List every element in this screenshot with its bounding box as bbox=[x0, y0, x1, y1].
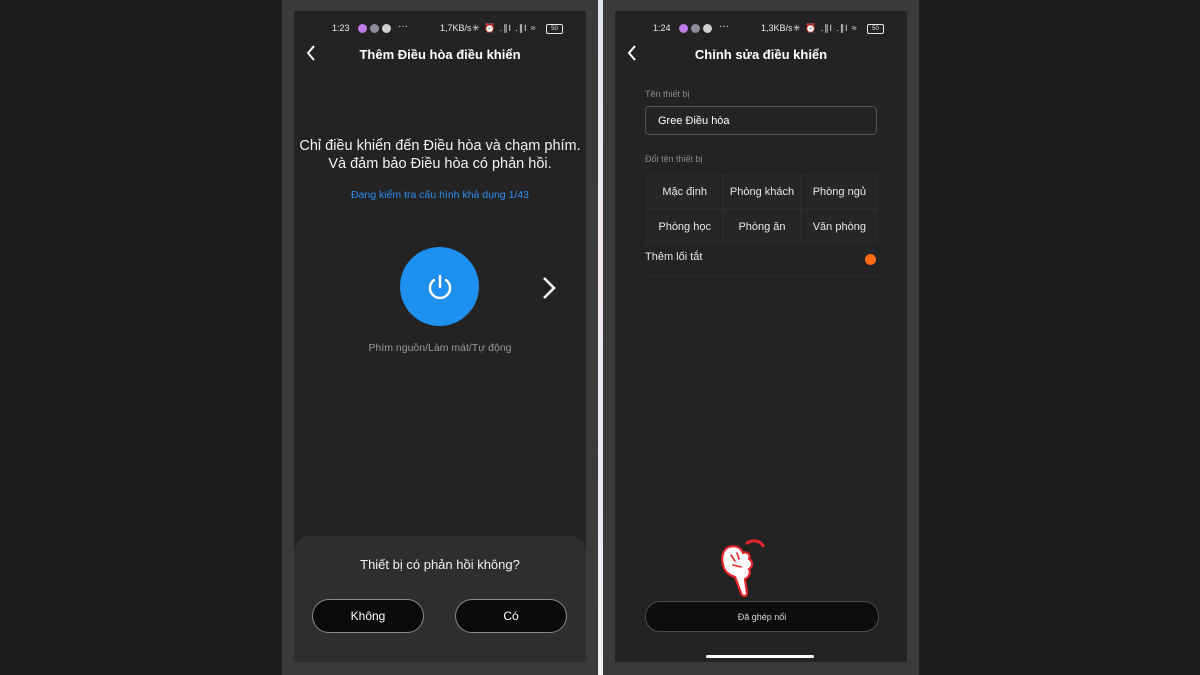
device-name-input[interactable]: Gree Điều hòa bbox=[645, 106, 877, 135]
add-shortcut-label: Thêm lối tắt bbox=[645, 251, 703, 263]
response-question: Thiết bị có phản hồi không? bbox=[360, 557, 520, 572]
power-button[interactable] bbox=[400, 247, 479, 326]
status-time: 1:24 bbox=[653, 23, 671, 33]
add-shortcut-toggle[interactable] bbox=[865, 254, 876, 265]
battery-icon: 50 bbox=[546, 24, 563, 34]
signal-icons: ✳ ⏰ .∥l .∥l ≈ bbox=[793, 23, 858, 33]
no-button[interactable]: Không bbox=[312, 599, 424, 633]
config-check-status: Đang kiểm tra cấu hình khả dụng 1/43 bbox=[350, 189, 530, 201]
messenger-icon bbox=[358, 24, 367, 33]
top-bar: Thêm Điều hòa điều khiển bbox=[294, 45, 586, 67]
add-ac-remote-screen: 1:23 ··· 1,7KB/s ✳ ⏰ .∥l .∥l ≈ 50 Thêm Đ… bbox=[294, 11, 586, 662]
edit-remote-screen: 1:24 ··· 1,3KB/s ✳ ⏰ .∥l .∥l ≈ 50 Chỉnh … bbox=[615, 11, 907, 662]
app-icon bbox=[703, 24, 712, 33]
room-chip-bedroom[interactable]: Phòng ngủ bbox=[800, 174, 878, 209]
next-key-button[interactable] bbox=[542, 275, 556, 307]
device-name-label: Tên thiết bị bbox=[645, 89, 690, 99]
chevron-right-icon bbox=[543, 277, 556, 299]
room-chip-default[interactable]: Mặc định bbox=[646, 174, 724, 209]
more-notifications-icon: ··· bbox=[719, 21, 729, 32]
room-grid: Mặc định Phòng khách Phòng ngủ Phòng học… bbox=[646, 174, 878, 244]
messenger-icon bbox=[679, 24, 688, 33]
network-speed: 1,3KB/s bbox=[761, 23, 793, 33]
app-icon bbox=[382, 24, 391, 33]
room-chip-living-room[interactable]: Phòng khách bbox=[723, 174, 801, 209]
app-icon bbox=[370, 24, 379, 33]
top-bar: Chỉnh sửa điều khiển bbox=[615, 45, 907, 67]
rename-label: Đổi tên thiết bị bbox=[645, 154, 703, 164]
app-icon bbox=[691, 24, 700, 33]
page-title: Chỉnh sửa điều khiển bbox=[694, 47, 828, 62]
home-indicator bbox=[706, 655, 814, 658]
divider bbox=[645, 276, 877, 277]
network-speed: 1,7KB/s bbox=[440, 23, 472, 33]
key-label: Phím nguồn/Làm mát/Tự động bbox=[368, 342, 512, 354]
more-notifications-icon: ··· bbox=[398, 21, 408, 32]
battery-icon: 50 bbox=[867, 24, 884, 34]
status-time: 1:23 bbox=[332, 23, 350, 33]
pointing-hand-icon bbox=[719, 537, 765, 606]
left-phone-frame: 1:23 ··· 1,7KB/s ✳ ⏰ .∥l .∥l ≈ 50 Thêm Đ… bbox=[282, 0, 598, 675]
room-chip-dining[interactable]: Phòng ăn bbox=[723, 209, 801, 244]
instruction-text: Chỉ điều khiển đến Điều hòa và chạm phím… bbox=[294, 137, 586, 173]
response-bottom-sheet: Thiết bị có phản hồi không? Không Có bbox=[294, 536, 586, 662]
room-chip-study[interactable]: Phòng học bbox=[646, 209, 724, 244]
yes-button[interactable]: Có bbox=[455, 599, 567, 633]
status-bar: 1:24 ··· 1,3KB/s ✳ ⏰ .∥l .∥l ≈ 50 bbox=[615, 21, 907, 36]
paired-button[interactable]: Đã ghép nối bbox=[645, 601, 879, 632]
room-chip-office[interactable]: Văn phòng bbox=[800, 209, 878, 244]
right-phone-frame: 1:24 ··· 1,3KB/s ✳ ⏰ .∥l .∥l ≈ 50 Chỉnh … bbox=[603, 0, 919, 675]
notification-icons bbox=[358, 24, 391, 33]
notification-icons bbox=[679, 24, 712, 33]
instruction-line: Chỉ điều khiển đến Điều hòa và chạm phím… bbox=[299, 138, 581, 154]
page-title: Thêm Điều hòa điều khiển bbox=[359, 47, 521, 62]
status-bar: 1:23 ··· 1,7KB/s ✳ ⏰ .∥l .∥l ≈ 50 bbox=[294, 21, 586, 36]
instruction-line: Và đảm bảo Điều hòa có phản hồi. bbox=[328, 156, 552, 172]
signal-icons: ✳ ⏰ .∥l .∥l ≈ bbox=[472, 23, 537, 33]
power-icon bbox=[428, 274, 451, 299]
